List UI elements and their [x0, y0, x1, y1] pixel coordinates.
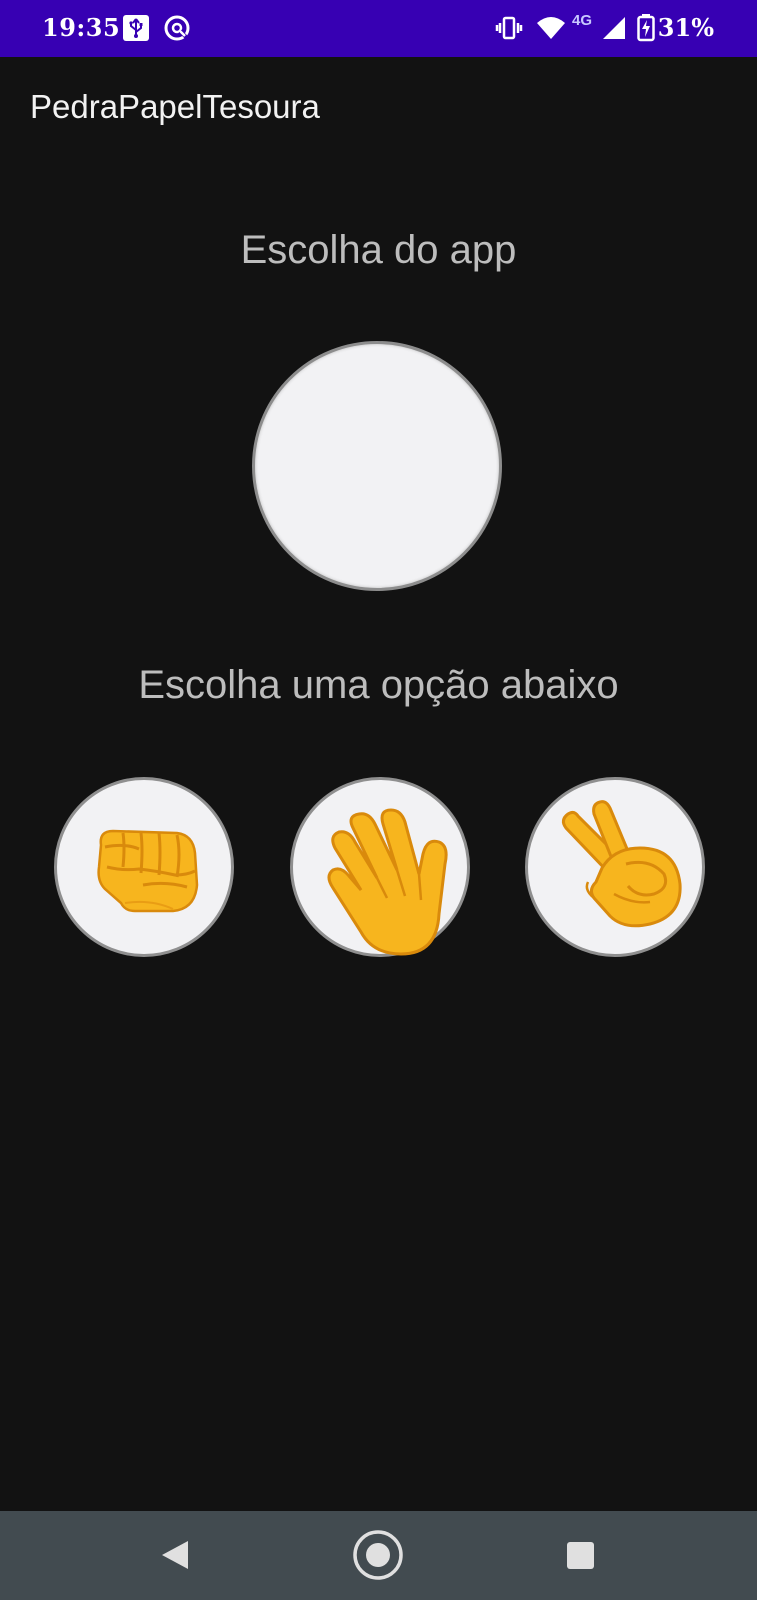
recents-icon	[567, 1542, 594, 1569]
back-icon	[162, 1541, 188, 1569]
usb-icon	[122, 14, 150, 47]
user-choice-heading: Escolha uma opção abaixo	[138, 663, 619, 707]
rock-option[interactable]	[54, 777, 234, 957]
wifi-icon	[536, 14, 566, 47]
network-type-label: 4G	[572, 12, 593, 29]
fist-icon	[97, 829, 199, 913]
victory-hand-icon	[561, 800, 682, 928]
sync-icon	[163, 14, 191, 47]
app-choice-image	[252, 341, 502, 591]
app-choice-heading: Escolha do app	[240, 228, 517, 272]
recents-button[interactable]	[530, 1511, 630, 1600]
app-title: PedraPapelTesoura	[30, 88, 320, 125]
status-time: 19:35	[42, 13, 121, 42]
cellular-signal-icon	[601, 14, 627, 47]
paper-option[interactable]	[290, 777, 470, 957]
navigation-bar	[0, 1511, 757, 1600]
battery-percent: 31%	[657, 13, 714, 42]
status-bar: 19:35 4G 31%	[0, 0, 757, 57]
battery-charging-icon	[637, 14, 655, 47]
vibrate-icon	[495, 14, 523, 47]
home-button[interactable]	[328, 1511, 428, 1600]
scissors-option[interactable]	[525, 777, 705, 957]
home-icon	[353, 1530, 403, 1580]
back-button[interactable]	[125, 1511, 225, 1600]
screen: 19:35 4G 31% PedraPapelTesoura Escolha d…	[0, 0, 757, 1600]
open-hand-icon	[327, 808, 448, 956]
